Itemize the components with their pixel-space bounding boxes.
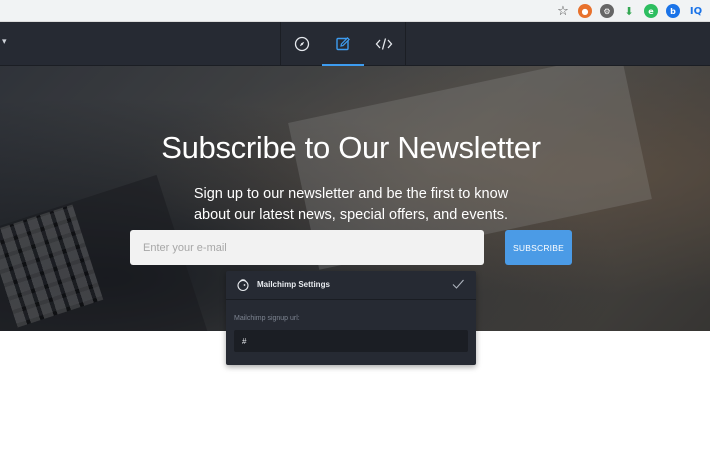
signup-url-label: Mailchimp signup url: (234, 315, 300, 322)
popover-title: Mailchimp Settings (257, 280, 330, 289)
edit-icon (336, 37, 350, 51)
browser-toolbar: ☆ ● ⚙ ⬇ e b IQ (0, 0, 710, 22)
subscribe-button[interactable]: SUBSCRIBE (505, 230, 572, 265)
browser-extension-icons: ☆ ● ⚙ ⬇ e b IQ (556, 2, 704, 20)
blue-b-icon[interactable]: b (666, 4, 680, 18)
edit-mode-button[interactable] (322, 22, 364, 66)
star-icon[interactable]: ☆ (556, 4, 570, 19)
gear-extension-icon[interactable]: ⚙ (600, 4, 614, 18)
iq-icon[interactable]: IQ (688, 4, 704, 18)
newsletter-title: Subscribe to Our Newsletter (161, 130, 541, 165)
email-input[interactable] (130, 230, 484, 265)
green-download-icon[interactable]: ⬇ (622, 4, 636, 18)
code-icon (375, 38, 393, 50)
editor-mode-switcher (280, 22, 406, 66)
orange-extension-icon[interactable]: ● (578, 4, 592, 18)
mailchimp-settings-popover: Mailchimp Settings Mailchimp signup url: (226, 271, 476, 365)
compass-icon (294, 36, 309, 52)
checkmark-icon[interactable] (451, 277, 465, 291)
newsletter-subtitle: Sign up to our newsletter and be the fir… (193, 186, 509, 223)
signup-url-input[interactable] (234, 330, 468, 352)
evernote-icon[interactable]: e (644, 4, 658, 18)
mailchimp-icon (237, 279, 249, 292)
preview-mode-button[interactable] (281, 22, 322, 66)
editor-toolbar: ▾ (0, 22, 710, 66)
code-mode-button[interactable] (364, 22, 405, 66)
chevron-down-icon[interactable]: ▾ (2, 36, 7, 47)
popover-header: Mailchimp Settings (226, 271, 476, 300)
